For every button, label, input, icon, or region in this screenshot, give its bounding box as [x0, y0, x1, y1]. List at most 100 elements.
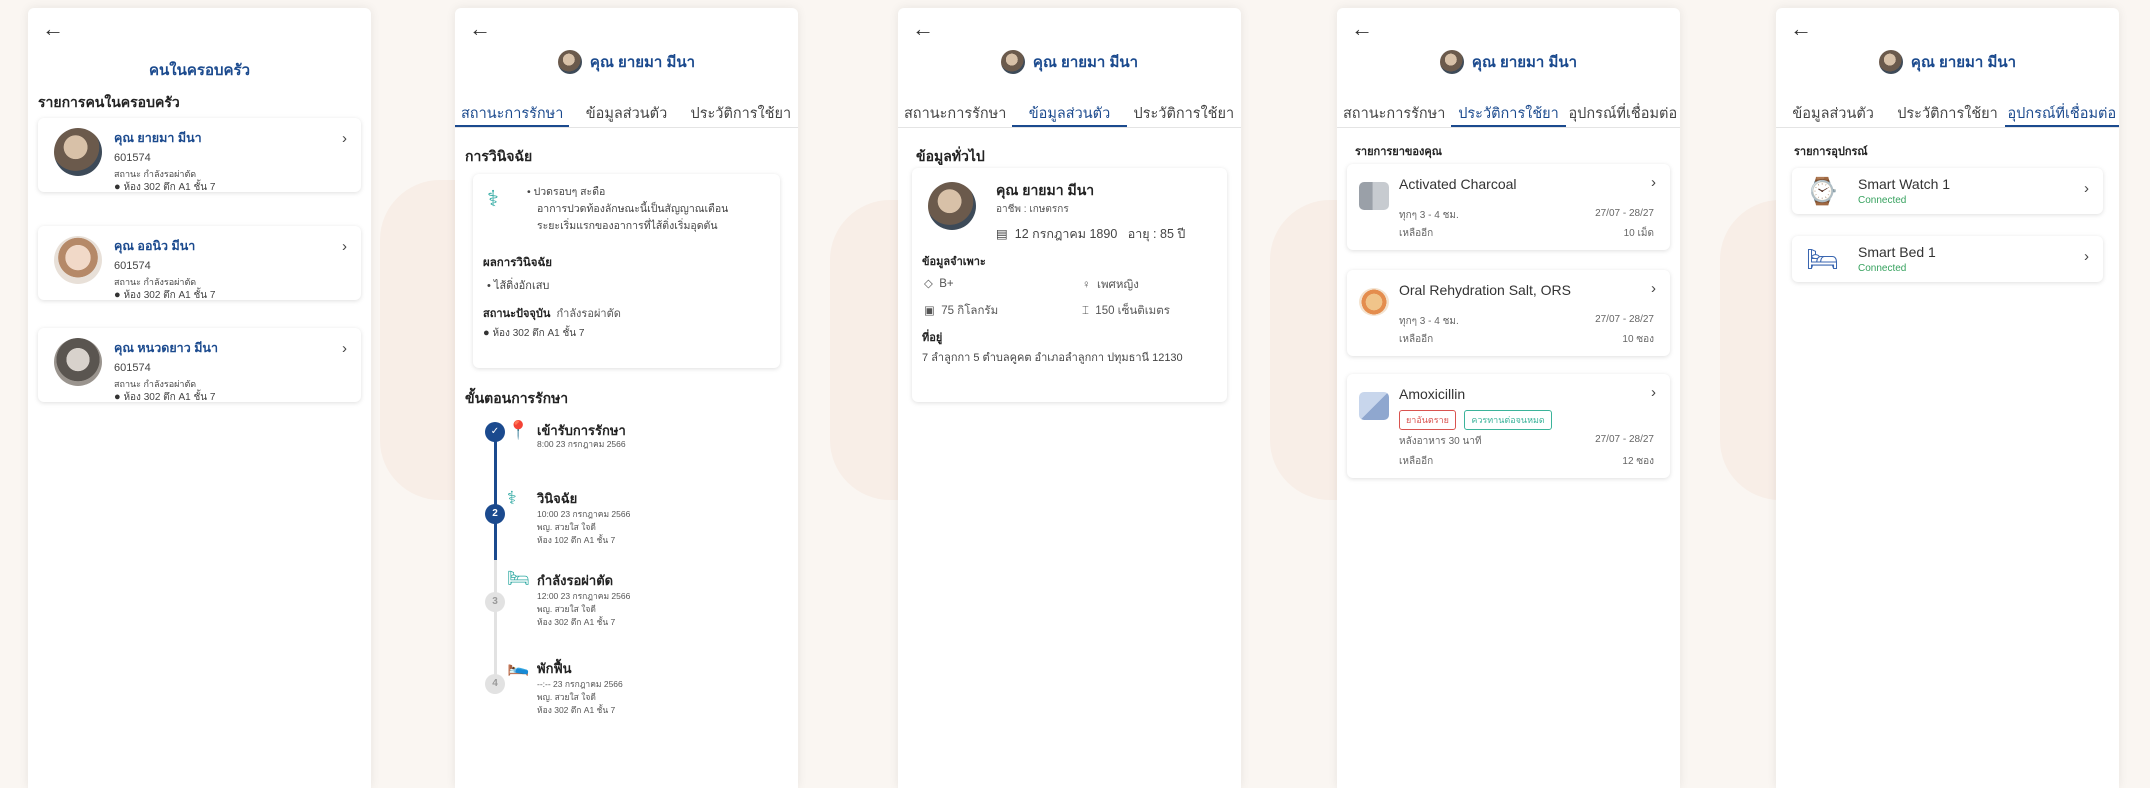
step-title: พักฟื้น: [537, 661, 572, 676]
step-title: กำลังรอผ่าตัด: [537, 573, 614, 588]
avatar: [54, 128, 102, 176]
member-status: สถานะ กำลังรอผ่าตัด: [114, 277, 197, 287]
avatar: [1000, 50, 1025, 74]
back-arrow-icon[interactable]: ←: [1790, 18, 1812, 40]
back-arrow-icon[interactable]: ←: [42, 18, 64, 40]
location-pin-icon: ●: [114, 391, 121, 403]
tab-connected-devices[interactable]: อุปกรณ์ที่เชื่อมต่อ: [2004, 94, 2119, 127]
member-id: 601574: [114, 362, 151, 374]
tab-medication-history[interactable]: ประวัติการใช้ยา: [1890, 94, 2004, 127]
location-text: ห้อง 302 ตึก A1 ชั้น 7: [123, 392, 216, 403]
medication-card[interactable]: Activated Charcoal › ทุกๆ 3 - 4 ชม. 27/07…: [1347, 164, 1670, 250]
step-title: วินิจฉัย: [537, 491, 578, 506]
device-status: Connected: [1858, 195, 1907, 206]
chevron-right-icon: ›: [2084, 180, 2089, 197]
blood-value: B+: [939, 278, 954, 290]
step-meta: --:-- 23 กรกฎาคม 2566 พญ. สวยใส ใจดี ห้อ…: [537, 678, 623, 717]
chevron-right-icon: ›: [342, 238, 347, 255]
medication-card[interactable]: Amoxicillin › ยาอันตราย ควรทานต่อจนหมด ห…: [1347, 374, 1670, 478]
device-status: Connected: [1858, 263, 1907, 274]
tab-medication-history[interactable]: ประวัติการใช้ยา: [684, 94, 798, 127]
location-text: ห้อง 302 ตึก A1 ชั้น 7: [492, 328, 585, 339]
remain-value: 10 เม็ด: [1623, 228, 1654, 239]
family-member-card[interactable]: คุณ ยายมา มีนา 601574 สถานะ กำลังรอผ่าตั…: [38, 118, 361, 195]
location-pin-icon: ●: [114, 181, 121, 193]
avatar: [54, 236, 102, 284]
back-arrow-icon[interactable]: ←: [469, 18, 491, 40]
step-meta: 10:00 23 กรกฎาคม 2566 พญ. สวยใส ใจดี ห้อ…: [537, 508, 630, 547]
dose-row: ทุกๆ 3 - 4 ชม. 27/07 - 28/27: [1399, 208, 1654, 223]
location-pin-icon: ●: [483, 327, 490, 339]
device-name: Smart Bed 1: [1858, 244, 1936, 260]
general-info-title: ข้อมูลทั่วไป: [916, 148, 985, 164]
patient-name: คุณ ยายมา มีนา: [589, 54, 696, 71]
gender: ♀ เพศหญิง: [1082, 276, 1139, 294]
medication-card[interactable]: Oral Rehydration Salt, ORS › ทุกๆ 3 - 4 …: [1347, 270, 1670, 356]
device-card[interactable]: ⌚ Smart Watch 1 Connected ›: [1792, 168, 2103, 214]
weight: ▣ 75 กิโลกรัม: [924, 302, 998, 320]
member-name: คุณ หนวดยาว มีนา: [114, 341, 218, 355]
tab-treatment-status[interactable]: สถานะการรักษา: [455, 94, 570, 127]
member-id: 601574: [114, 152, 151, 164]
step-room: ห้อง 302 ตึก A1 ชั้น 7: [537, 617, 616, 627]
result-label: ผลการวินิจฉัย: [483, 257, 553, 269]
back-arrow-icon[interactable]: ←: [912, 18, 934, 40]
tab-personal-info[interactable]: ข้อมูลส่วนตัว: [1012, 94, 1127, 127]
tab-medication-history[interactable]: ประวัติการใช้ยา: [1451, 94, 1566, 127]
tab-bar: สถานะการรักษา ข้อมูลส่วนตัว ประวัติการใช…: [455, 94, 798, 128]
avatar: [557, 50, 582, 74]
tab-treatment-status[interactable]: สถานะการรักษา: [1337, 94, 1451, 127]
smart-watch-icon: ⌚: [1806, 176, 1839, 206]
stethoscope-icon: ⚕: [487, 186, 499, 211]
age: อายุ : 85 ปี: [1127, 227, 1186, 241]
chevron-right-icon: ›: [1651, 384, 1656, 401]
avatar: [54, 338, 102, 386]
medication-history-screen: ← คุณ ยายมา มีนา สถานะการรักษา ประวัติกา…: [1337, 8, 1680, 788]
remain-row: เหลืออีก 10 เม็ด: [1399, 226, 1654, 241]
tab-treatment-status[interactable]: สถานะการรักษา: [898, 94, 1012, 127]
step-room: ห้อง 302 ตึก A1 ชั้น 7: [537, 705, 616, 715]
current-location: ● ห้อง 302 ตึก A1 ชั้น 7: [483, 326, 584, 341]
dose-row: ทุกๆ 3 - 4 ชม. 27/07 - 28/27: [1399, 314, 1654, 329]
step-doctor: พญ. สวยใส ใจดี: [537, 522, 596, 532]
step-doctor: พญ. สวยใส ใจดี: [537, 692, 596, 702]
patient-name: คุณ ยายมา มีนา: [1471, 54, 1578, 71]
device-name: Smart Watch 1: [1858, 176, 1951, 192]
tab-personal-info[interactable]: ข้อมูลส่วนตัว: [569, 94, 683, 127]
device-card[interactable]: 🛏 Smart Bed 1 Connected ›: [1792, 236, 2103, 282]
symptom-line: • ปวดรอบๆ สะดือ: [527, 186, 606, 198]
remain-value: 12 ซอง: [1622, 456, 1654, 467]
medication-name: Activated Charcoal: [1399, 176, 1517, 192]
remain-label: เหลืออีก: [1399, 228, 1434, 239]
height: ⌶ 150 เซ็นติเมตร: [1082, 302, 1170, 320]
tab-medication-history[interactable]: ประวัติการใช้ยา: [1127, 94, 1241, 127]
address-title: ที่อยู่: [922, 332, 943, 344]
capsule-icon: [1359, 392, 1389, 420]
tab-personal-info[interactable]: ข้อมูลส่วนตัว: [1776, 94, 1890, 127]
weight-value: 75 กิโลกรัม: [941, 305, 999, 317]
member-location: ● ห้อง 302 ตึก A1 ชั้น 7: [114, 180, 215, 195]
back-arrow-icon[interactable]: ←: [1351, 18, 1373, 40]
personal-info-screen: ← คุณ ยายมา มีนา สถานะการรักษา ข้อมูลส่ว…: [898, 8, 1241, 788]
step-number: 4: [485, 674, 505, 694]
section-title: รายการอุปกรณ์: [1794, 146, 1868, 158]
chevron-right-icon: ›: [2084, 248, 2089, 265]
step-time: --:-- 23 กรกฎาคม 2566: [537, 679, 623, 689]
medication-name: Amoxicillin: [1399, 386, 1466, 402]
personal-info-card: คุณ ยายมา มีนา อาชีพ : เกษตรกร ▤ 12 กรกฎ…: [912, 168, 1227, 402]
chevron-right-icon: ›: [1651, 174, 1656, 191]
family-member-card[interactable]: คุณ หนวดยาว มีนา 601574 สถานะ กำลังรอผ่า…: [38, 328, 361, 405]
dose: ทุกๆ 3 - 4 ชม.: [1399, 210, 1459, 221]
recovery-bed-icon: 🛌: [507, 656, 530, 676]
step-meta: 12:00 23 กรกฎาคม 2566 พญ. สวยใส ใจดี ห้อ…: [537, 590, 630, 629]
avatar: [1439, 50, 1464, 74]
member-location: ● ห้อง 302 ตึก A1 ชั้น 7: [114, 390, 215, 405]
tab-bar: ข้อมูลส่วนตัว ประวัติการใช้ยา อุปกรณ์ที่…: [1776, 94, 2119, 128]
blood-drop-icon: ◇: [924, 278, 933, 290]
symptom-line: ระยะเริ่มแรกของอาการที่ไส้ติ่งเริ่มอุดตั…: [537, 220, 718, 232]
step-time: 10:00 23 กรกฎาคม 2566: [537, 509, 631, 519]
tab-connected-devices[interactable]: อุปกรณ์ที่เชื่อมต่อ: [1566, 94, 1680, 127]
family-member-card[interactable]: คุณ ออนิว มีนา 601574 สถานะ กำลังรอผ่าตั…: [38, 226, 361, 301]
step-number: 3: [485, 592, 505, 612]
current-value: กำลังรอผ่าตัด: [556, 308, 621, 320]
